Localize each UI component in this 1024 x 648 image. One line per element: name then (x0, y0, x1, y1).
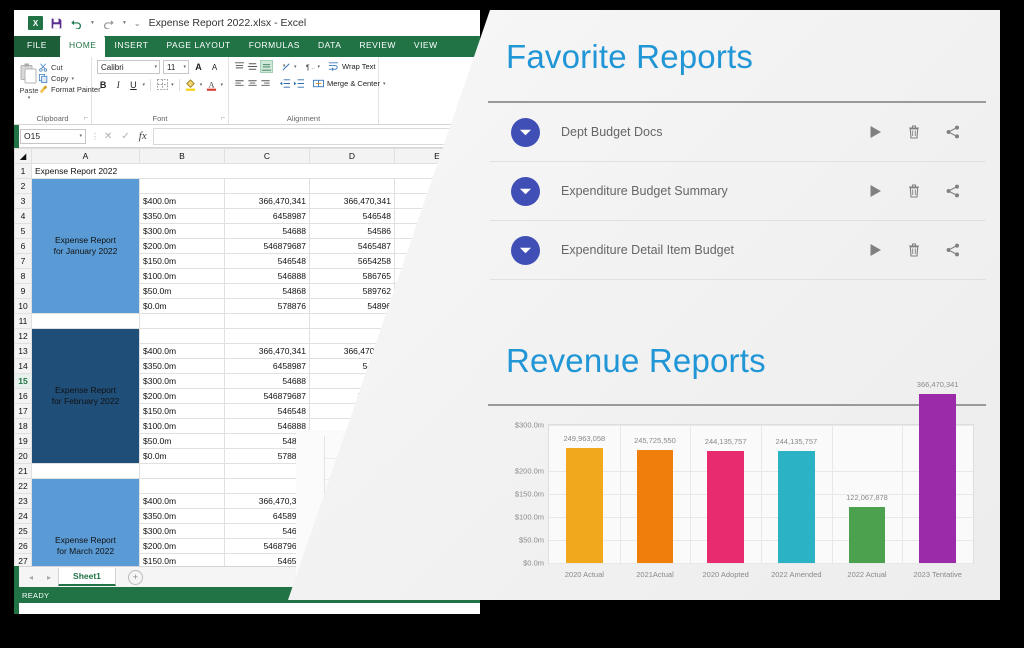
revenue-reports-divider (488, 404, 986, 406)
list-item-label: Expenditure Detail Item Budget (561, 243, 735, 257)
list-item[interactable]: Dept Budget Docs (490, 103, 986, 162)
share-icon[interactable] (945, 183, 961, 199)
list-item-label: Dept Budget Docs (561, 125, 663, 139)
chevron-down-icon[interactable] (511, 176, 540, 206)
y-axis-tick-label: $50.0m (518, 535, 544, 545)
y-axis-tick-label: $300.0m (514, 420, 544, 430)
list-item-label: Expenditure Budget Summary (561, 184, 728, 198)
chart-bar[interactable] (848, 506, 886, 563)
chevron-down-icon[interactable] (511, 235, 540, 265)
chart-bar[interactable] (565, 448, 603, 563)
play-icon[interactable] (867, 242, 883, 258)
bar-value-label: 245,725,550 (634, 435, 676, 445)
bar-value-label: 249,963,058 (563, 434, 606, 444)
bar-value-label: 366,470,341 (916, 380, 959, 390)
trash-icon[interactable] (906, 124, 922, 140)
chevron-down-icon[interactable] (511, 117, 540, 147)
chart-bar[interactable] (777, 450, 815, 563)
bar-value-label: 244,135,757 (775, 436, 818, 446)
gridline-vertical (690, 425, 692, 563)
play-icon[interactable] (867, 124, 883, 140)
x-axis-category-label: 2021Actual (636, 570, 674, 579)
chart-bar[interactable] (707, 450, 745, 563)
revenue-reports-title: Revenue Reports (506, 342, 766, 379)
trash-icon[interactable] (906, 183, 922, 199)
y-axis-tick-label: $150.0m (514, 489, 544, 499)
screenshot-stage: X ▼ ▼ ⌄ Expense Report 2022.xlsx - Excel (0, 0, 1024, 648)
x-axis-category-label: 2023 Tentative (913, 570, 962, 579)
favorite-reports-title: Favorite Reports (506, 38, 754, 75)
list-item[interactable]: Expenditure Budget Summary (490, 162, 986, 221)
x-axis-category-label: 2022 Amended (771, 570, 822, 579)
play-icon[interactable] (867, 183, 883, 199)
gridline (549, 563, 973, 564)
gridline-vertical (619, 425, 621, 563)
trash-icon[interactable] (906, 242, 922, 258)
chart-bar[interactable] (919, 394, 957, 563)
x-axis-category-label: 2020 Adopted (702, 570, 749, 579)
gridline-vertical (831, 425, 833, 563)
share-icon[interactable] (945, 124, 961, 140)
y-axis-tick-label: $200.0m (514, 466, 544, 476)
gridline-vertical (761, 425, 762, 563)
y-axis-tick-label: $0.0m (523, 558, 544, 568)
y-axis-tick-label: $100.0m (514, 512, 544, 522)
reports-content: Favorite Reports Dept Budget Docs Expend… (0, 0, 1024, 648)
bar-value-label: 122,067,878 (846, 492, 888, 502)
gridline-vertical (902, 425, 904, 563)
x-axis-category-label: 2022 Actual (847, 570, 887, 579)
x-axis-category-label: 2020 Actual (564, 570, 604, 579)
list-item[interactable]: Expenditure Detail Item Budget (490, 221, 986, 280)
chart-plot-area: $300.0m $200.0m $150.0m $100.0m $50.0m $0.0m 2… (515, 380, 974, 579)
chart-bar[interactable] (636, 449, 674, 563)
bar-value-label: 244,135,757 (704, 436, 747, 446)
share-icon[interactable] (945, 242, 961, 258)
revenue-bar-chart: $300.0m $200.0m $150.0m $100.0m $50.0m $0.0m 2… (498, 380, 978, 590)
